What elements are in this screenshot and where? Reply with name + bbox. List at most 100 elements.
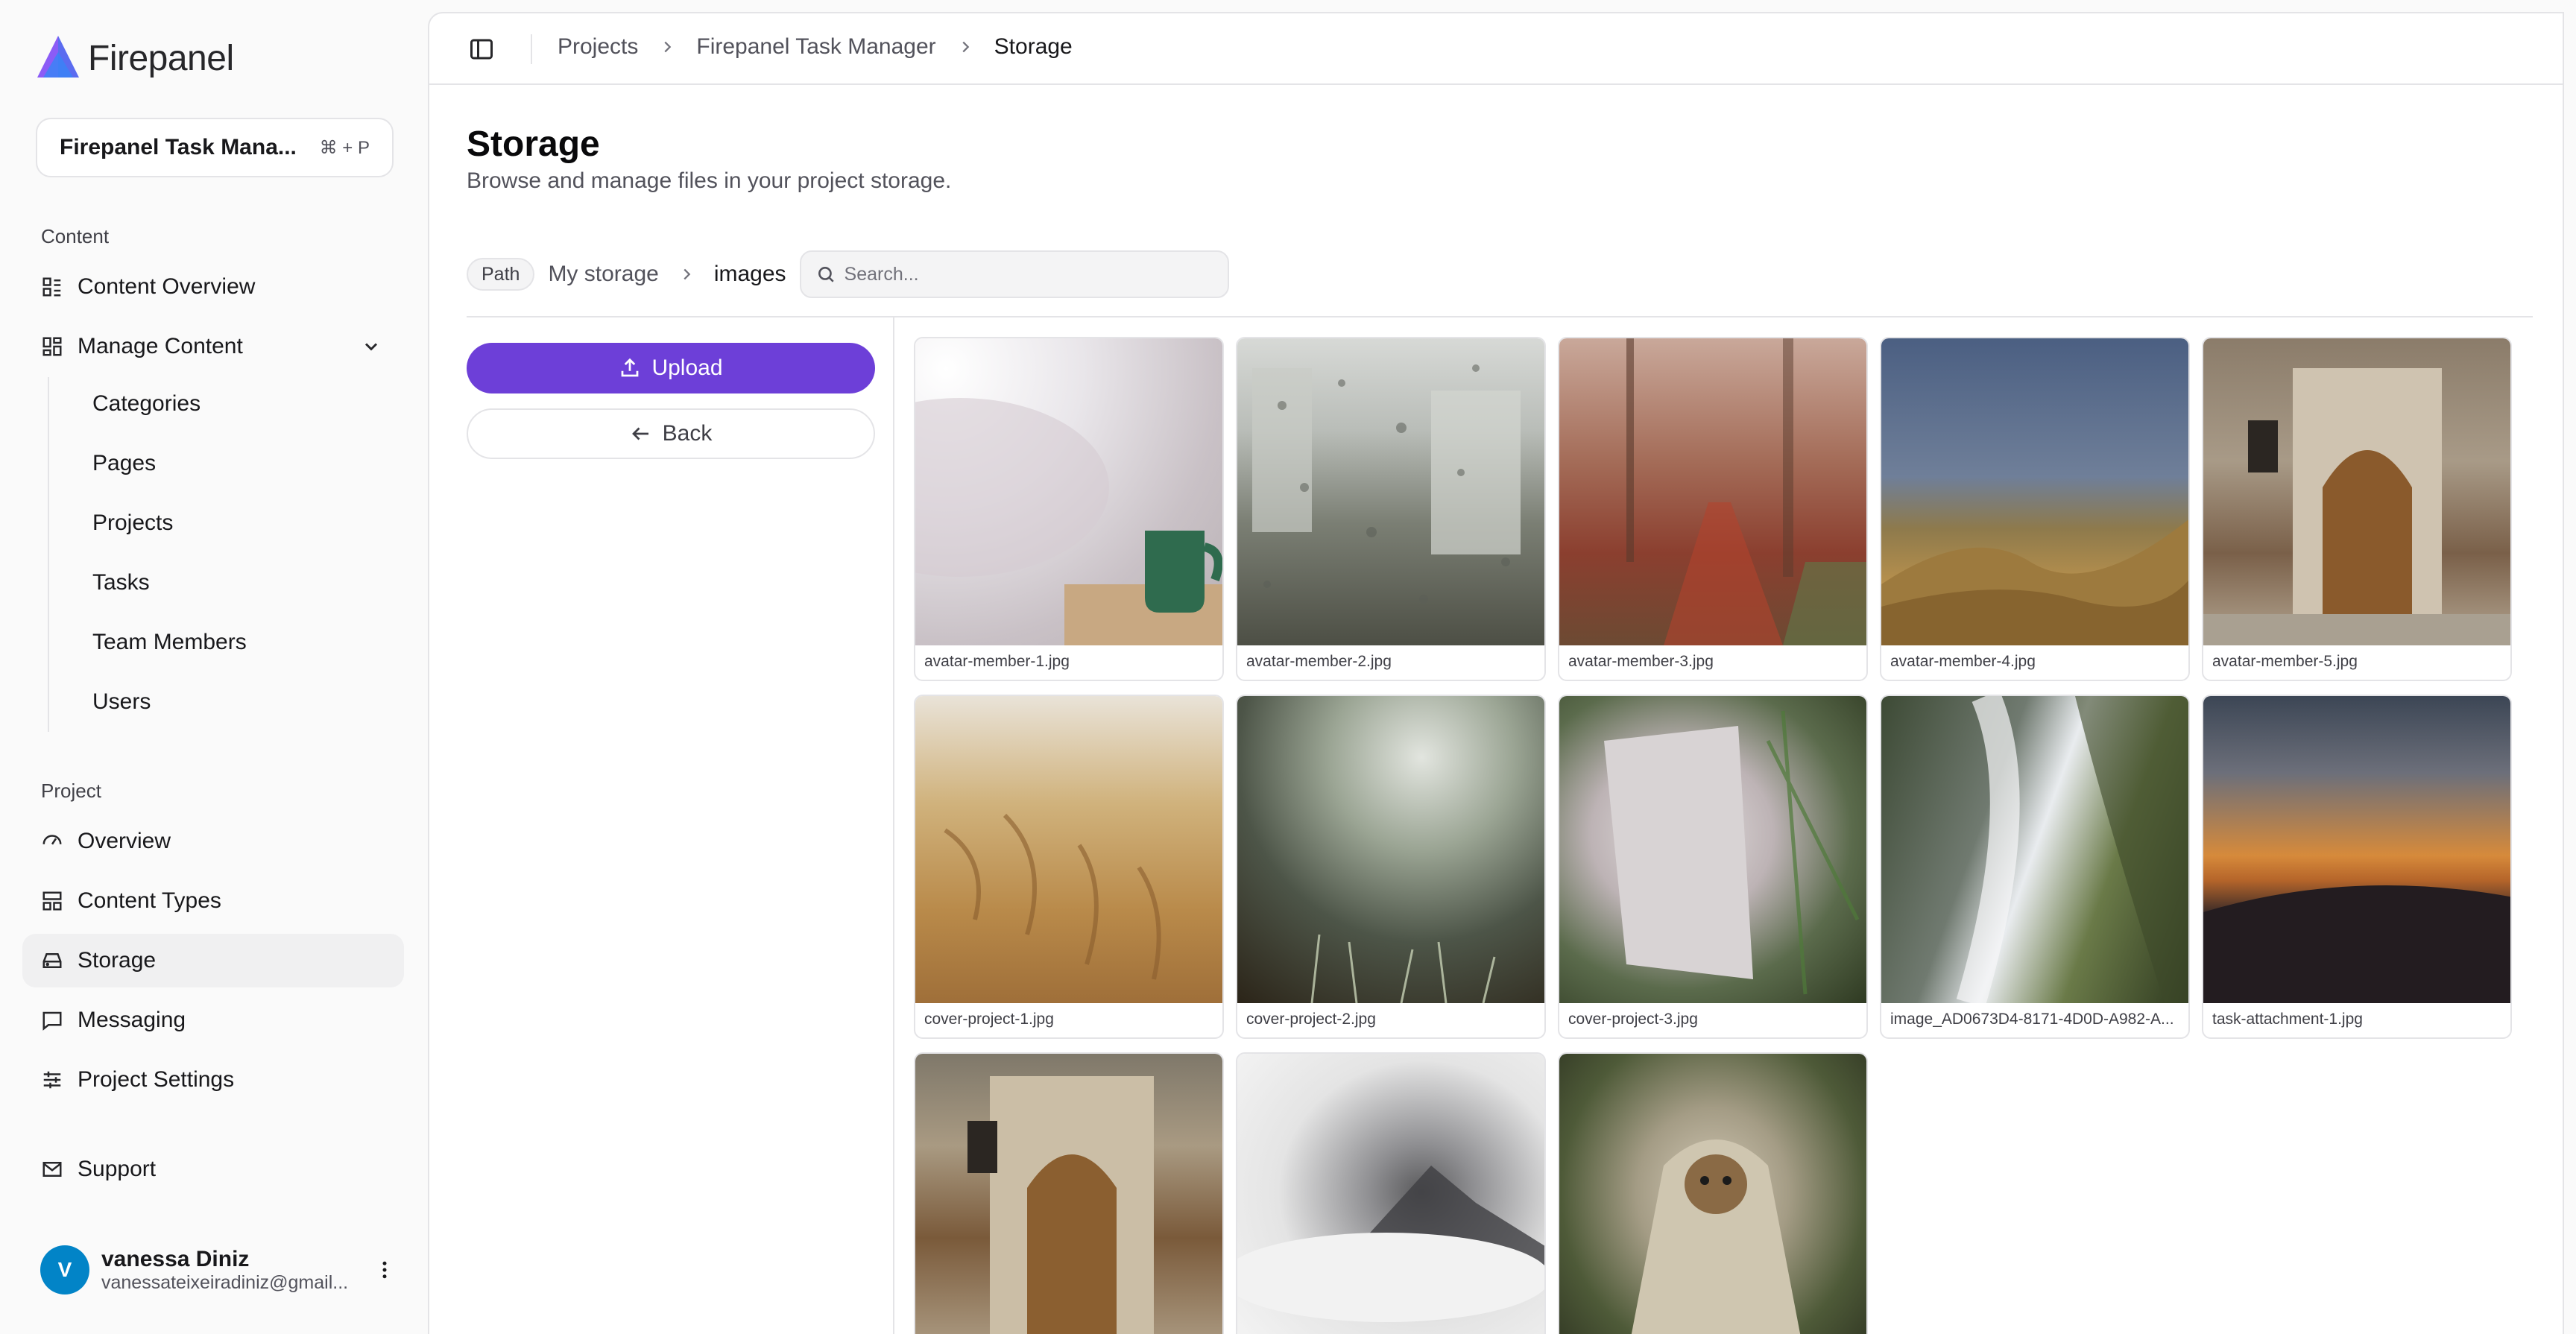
user-name: vanessa Diniz	[101, 1246, 250, 1271]
file-name: avatar-member-3.jpg	[1568, 653, 1714, 670]
search-field[interactable]	[799, 250, 1229, 298]
file-card[interactable]: cover-project-2.jpg	[1236, 695, 1546, 1039]
user-profile[interactable]: V vanessa Diniz vanessateixeiradiniz@gma…	[40, 1240, 398, 1300]
file-name: avatar-member-1.jpg	[924, 653, 1070, 670]
file-name: image_AD0673D4-8171-4D0D-A982-A...	[1890, 1011, 2174, 1028]
mail-icon	[40, 1157, 64, 1181]
chevron-down-icon[interactable]	[361, 336, 382, 357]
sidebar: Firepanel Firepanel Task Mana... ⌘ + P C…	[0, 0, 426, 1334]
nav-label: Content Types	[78, 888, 221, 913]
sub-item-projects[interactable]: Projects	[92, 501, 391, 546]
nav-label: Project Settings	[78, 1067, 235, 1092]
file-thumbnail	[2203, 696, 2510, 1003]
project-switcher[interactable]: Firepanel Task Mana... ⌘ + P	[36, 118, 394, 177]
file-card[interactable]: cover-project-3.jpg	[1558, 695, 1868, 1039]
list-grid-icon	[40, 275, 64, 299]
file-thumbnail	[915, 696, 1222, 1003]
file-thumbnail	[1559, 338, 1866, 645]
topbar-divider	[531, 34, 532, 64]
nav-label: Manage Content	[78, 334, 243, 358]
file-name: task-attachment-1.jpg	[2212, 1011, 2363, 1028]
file-card[interactable]: avatar-member-1.jpg	[914, 337, 1224, 681]
message-square-icon	[40, 1008, 64, 1032]
layout-icon	[40, 889, 64, 913]
hard-drive-icon	[40, 949, 64, 973]
nav-storage[interactable]: Storage	[22, 934, 404, 987]
file-thumbnail	[1559, 696, 1866, 1003]
file-thumbnail	[1237, 338, 1544, 645]
breadcrumb-project[interactable]: Firepanel Task Manager	[696, 34, 935, 60]
sliders-icon	[40, 1068, 64, 1092]
file-thumbnail	[1881, 696, 2188, 1003]
file-card[interactable]: cover-project-1.jpg	[914, 695, 1224, 1039]
breadcrumb-current: Storage	[994, 34, 1073, 59]
sub-item-categories[interactable]: Categories	[92, 382, 391, 426]
back-button[interactable]: Back	[467, 408, 875, 459]
nav-manage-content[interactable]: Manage Content	[22, 320, 404, 373]
project-switcher-shortcut: ⌘ + P	[319, 137, 370, 158]
nav-label: Overview	[78, 829, 171, 853]
actions-divider	[893, 317, 894, 1334]
nav-support[interactable]: Support	[22, 1142, 404, 1196]
app-logo[interactable]: Firepanel	[36, 34, 234, 82]
file-thumbnail	[1237, 696, 1544, 1003]
breadcrumb-projects[interactable]: Projects	[558, 34, 638, 60]
arrow-left-icon	[631, 427, 648, 440]
sub-item-pages[interactable]: Pages	[92, 441, 391, 486]
more-vertical-icon[interactable]	[371, 1256, 398, 1283]
file-name: avatar-member-4.jpg	[1890, 653, 2036, 670]
upload-icon	[622, 358, 639, 377]
nav-content-types[interactable]: Content Types	[22, 874, 404, 928]
file-card[interactable]	[914, 1052, 1224, 1334]
layout-grid-icon	[40, 335, 64, 358]
storage-path-bar: Path My storage images	[467, 250, 1229, 298]
file-name: cover-project-2.jpg	[1246, 1011, 1376, 1028]
back-label: Back	[662, 421, 713, 446]
file-name: cover-project-1.jpg	[924, 1011, 1054, 1028]
main-panel: Projects Firepanel Task Manager Storage …	[428, 12, 2564, 1334]
sub-item-team-members[interactable]: Team Members	[92, 620, 391, 665]
file-card[interactable]: image_AD0673D4-8171-4D0D-A982-A...	[1880, 695, 2190, 1039]
path-segment-current: images	[713, 262, 786, 286]
file-card[interactable]: avatar-member-4.jpg	[1880, 337, 2190, 681]
file-card[interactable]	[1558, 1052, 1868, 1334]
sidebar-toggle-icon[interactable]	[468, 36, 495, 63]
project-switcher-name: Firepanel Task Mana...	[60, 135, 297, 159]
nav-content-overview[interactable]: Content Overview	[22, 260, 404, 314]
breadcrumb: Projects Firepanel Task Manager Storage	[558, 34, 1073, 60]
chevron-right-icon	[962, 41, 969, 53]
nav-project-settings[interactable]: Project Settings	[22, 1053, 404, 1107]
file-card[interactable]: avatar-member-2.jpg	[1236, 337, 1546, 681]
file-thumbnail	[1559, 1054, 1866, 1334]
file-card[interactable]: task-attachment-1.jpg	[2202, 695, 2512, 1039]
nav-label: Storage	[78, 948, 157, 973]
top-bar: Projects Firepanel Task Manager Storage	[429, 13, 2563, 85]
file-name: cover-project-3.jpg	[1568, 1011, 1698, 1028]
sub-item-tasks[interactable]: Tasks	[92, 560, 391, 605]
upload-button[interactable]: Upload	[467, 343, 875, 393]
file-name: avatar-member-5.jpg	[2212, 653, 2358, 670]
path-badge: Path	[467, 258, 535, 291]
gauge-icon	[40, 829, 64, 853]
file-card[interactable]: avatar-member-5.jpg	[2202, 337, 2512, 681]
file-thumbnail	[1237, 1054, 1544, 1334]
file-thumbnail	[1881, 338, 2188, 645]
section-label-content: Content	[41, 225, 110, 247]
path-segment-root[interactable]: My storage	[548, 262, 658, 287]
nav-overview[interactable]: Overview	[22, 815, 404, 868]
avatar: V	[40, 1245, 89, 1295]
chevron-right-icon	[684, 268, 691, 280]
file-thumbnail	[915, 1054, 1222, 1334]
user-email: vanessateixeiradiniz@gmail...	[101, 1271, 349, 1293]
sub-item-users[interactable]: Users	[92, 680, 391, 724]
file-card[interactable]: avatar-member-3.jpg	[1558, 337, 1868, 681]
search-input[interactable]	[844, 263, 1217, 285]
search-icon	[818, 267, 834, 282]
upload-label: Upload	[651, 355, 723, 380]
firepanel-logo-icon	[37, 36, 79, 78]
file-card[interactable]	[1236, 1052, 1546, 1334]
section-label-project: Project	[41, 780, 101, 802]
nav-messaging[interactable]: Messaging	[22, 993, 404, 1047]
nav-label: Support	[78, 1157, 157, 1181]
page-subtitle: Browse and manage files in your project …	[467, 168, 952, 193]
